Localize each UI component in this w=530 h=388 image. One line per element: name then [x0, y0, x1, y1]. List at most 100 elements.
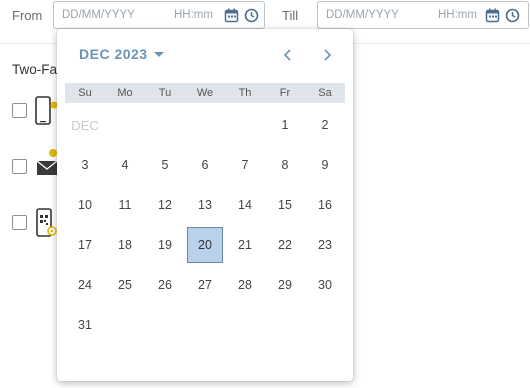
caret-down-icon	[153, 51, 164, 57]
method-checkbox-phone[interactable]	[12, 103, 27, 118]
clock-icon[interactable]	[505, 8, 520, 23]
empty-cell	[105, 305, 145, 345]
day-cell[interactable]: 3	[65, 145, 105, 185]
day-number: 9	[321, 158, 329, 172]
day-cell[interactable]: 18	[105, 225, 145, 265]
day-number: 5	[161, 158, 169, 172]
day-number: 13	[198, 198, 212, 212]
inline-month-label: DEC	[71, 117, 99, 133]
clock-icon[interactable]	[244, 8, 259, 23]
day-cell[interactable]: 9	[305, 145, 345, 185]
till-date-input[interactable]: DD/MM/YYYY	[326, 9, 399, 21]
chevron-left-icon[interactable]	[278, 45, 298, 65]
day-cell[interactable]: 31	[65, 305, 105, 345]
till-time-input[interactable]: HH:mm	[438, 9, 477, 21]
empty-cell	[305, 305, 345, 345]
day-number: 19	[158, 238, 172, 252]
day-number: 17	[78, 238, 92, 252]
calendar-week-row: 24 25 26 27 28 29 30	[65, 265, 345, 305]
weekday-label: Th	[238, 87, 252, 99]
day-cell[interactable]: 30	[305, 265, 345, 305]
day-cell[interactable]: 7	[225, 145, 265, 185]
day-cell[interactable]: 23	[305, 225, 345, 265]
email-icon	[34, 146, 58, 183]
day-cell[interactable]: 8	[265, 145, 305, 185]
month-year-selector[interactable]: DEC 2023	[79, 46, 164, 62]
day-cell[interactable]: 24	[65, 265, 105, 305]
calendar-icon[interactable]	[224, 8, 239, 23]
day-number: 2	[321, 118, 329, 132]
day-number: 12	[158, 198, 172, 212]
empty-cell	[225, 305, 265, 345]
day-cell[interactable]: 25	[105, 265, 145, 305]
day-cell[interactable]: 28	[225, 265, 265, 305]
from-datetime-field[interactable]: DD/MM/YYYY HH:mm	[53, 1, 265, 29]
calendar-icon[interactable]	[485, 8, 500, 23]
till-label: Till	[282, 8, 299, 23]
day-number: 21	[238, 238, 252, 252]
empty-cell	[145, 105, 185, 145]
qr-code-icon	[34, 208, 58, 245]
day-cell[interactable]: 14	[225, 185, 265, 225]
day-cell[interactable]: 1	[265, 105, 305, 145]
weekday-label: We	[196, 87, 214, 99]
day-number: 22	[278, 238, 292, 252]
day-cell[interactable]: 5	[145, 145, 185, 185]
day-grid: DEC 1 2 3 4 5 6 7 8 9 10 11 12 13 14 15 16 17 18 19 20 21 22 23…	[65, 105, 345, 345]
calendar-week-row: 31	[65, 305, 345, 345]
day-number: 6	[201, 158, 209, 172]
day-cell[interactable]: 12	[145, 185, 185, 225]
day-cell[interactable]: 6	[185, 145, 225, 185]
day-cell[interactable]: 2	[305, 105, 345, 145]
chevron-right-icon[interactable]	[317, 45, 337, 65]
calendar-week-row: DEC 1 2	[65, 105, 345, 145]
day-cell[interactable]: 27	[185, 265, 225, 305]
day-cell[interactable]: 22	[265, 225, 305, 265]
method-checkbox-email[interactable]	[12, 159, 27, 174]
selected-day-cell[interactable]: 20	[185, 225, 225, 265]
datepicker-popup: DEC 2023 Su Mo Tu We Th Fr Sa DEC 1 2 3 4 5 6 7…	[57, 29, 353, 381]
day-cell[interactable]: 10	[65, 185, 105, 225]
day-number: 14	[238, 198, 252, 212]
day-number: 11	[118, 198, 132, 212]
calendar-week-row: 17 18 19 20 21 22 23	[65, 225, 345, 265]
day-number: 3	[81, 158, 89, 172]
empty-cell	[265, 305, 305, 345]
till-datetime-field[interactable]: DD/MM/YYYY HH:mm	[317, 1, 529, 29]
weekday-label: Mo	[117, 87, 133, 99]
day-cell[interactable]: 15	[265, 185, 305, 225]
day-number: 20	[187, 227, 223, 263]
day-number: 23	[318, 238, 332, 252]
day-number: 10	[78, 198, 92, 212]
day-number: 15	[278, 198, 292, 212]
empty-cell	[145, 305, 185, 345]
day-number: 26	[158, 278, 172, 292]
from-label: From	[12, 8, 43, 23]
section-title: Two-Fa	[12, 62, 58, 77]
day-number: 24	[78, 278, 92, 292]
day-cell[interactable]: 21	[225, 225, 265, 265]
calendar-week-row: 10 11 12 13 14 15 16	[65, 185, 345, 225]
empty-cell	[185, 105, 225, 145]
day-cell[interactable]: 11	[105, 185, 145, 225]
day-cell[interactable]: 29	[265, 265, 305, 305]
day-number: 1	[281, 118, 289, 132]
weekday-label: Tu	[158, 87, 172, 99]
day-number: 7	[241, 158, 249, 172]
day-number: 4	[121, 158, 129, 172]
weekday-header: Su Mo Tu We Th Fr Sa	[65, 83, 345, 103]
day-cell[interactable]: 13	[185, 185, 225, 225]
day-cell[interactable]: 4	[105, 145, 145, 185]
empty-cell	[185, 305, 225, 345]
day-cell[interactable]: 16	[305, 185, 345, 225]
day-number: 27	[198, 278, 212, 292]
day-cell[interactable]: 17	[65, 225, 105, 265]
from-date-input[interactable]: DD/MM/YYYY	[62, 9, 135, 21]
from-time-input[interactable]: HH:mm	[174, 9, 213, 21]
day-number: 29	[278, 278, 292, 292]
day-cell[interactable]: 26	[145, 265, 185, 305]
day-cell[interactable]: 19	[145, 225, 185, 265]
day-number: 28	[238, 278, 252, 292]
method-checkbox-qr[interactable]	[12, 215, 27, 230]
month-year-label: DEC 2023	[79, 46, 148, 62]
